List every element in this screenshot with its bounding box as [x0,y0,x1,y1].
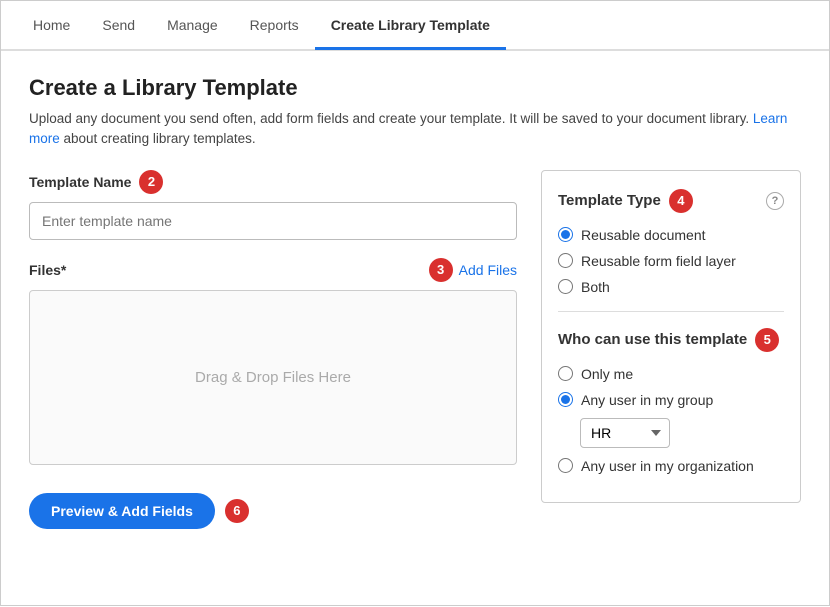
help-icon[interactable]: ? [766,192,784,210]
template-type-header: Template Type 4 ? [558,189,784,213]
top-navigation: Home Send Manage Reports Create Library … [1,1,829,51]
who-only-me[interactable]: Only me [558,366,784,382]
nav-manage[interactable]: Manage [151,3,234,50]
main-content: Create a Library Template Upload any doc… [1,51,829,607]
page-title: Create a Library Template [29,75,801,101]
nav-home[interactable]: Home [17,3,86,50]
group-select-wrapper: HR Finance Legal IT [580,418,784,448]
right-column: Template Type 4 ? Reusable document Reus… [541,170,801,503]
left-column: Template Name 2 Files* 3 Add Files Drag … [29,170,517,529]
step-badge-4: 4 [669,189,693,213]
learn-more-link[interactable]: Learn more [29,111,787,146]
two-column-layout: Template Name 2 Files* 3 Add Files Drag … [29,170,801,529]
nav-send[interactable]: Send [86,3,151,50]
drop-zone-text: Drag & Drop Files Here [195,369,351,386]
type-reusable-form-field[interactable]: Reusable form field layer [558,253,784,269]
who-any-user-org[interactable]: Any user in my organization [558,458,784,474]
group-select[interactable]: HR Finance Legal IT [580,418,670,448]
type-both[interactable]: Both [558,279,784,295]
preview-btn-container: Preview & Add Fields 6 [29,493,517,529]
nav-create-library-template[interactable]: Create Library Template [315,3,506,50]
who-any-user-group[interactable]: Any user in my group [558,392,784,408]
step-badge-5: 5 [755,328,779,352]
template-name-label: Template Name 2 [29,170,517,194]
step-badge-6: 6 [225,499,249,523]
drop-zone[interactable]: Drag & Drop Files Here [29,290,517,465]
nav-reports[interactable]: Reports [234,3,315,50]
section-divider [558,311,784,312]
who-can-use-header: Who can use this template 5 [558,328,784,352]
template-name-input[interactable] [29,202,517,240]
step-badge-3: 3 [429,258,453,282]
type-reusable-document[interactable]: Reusable document [558,227,784,243]
step-badge-2: 2 [139,170,163,194]
files-label: Files* [29,262,66,278]
add-files-link[interactable]: 3 Add Files [429,258,517,282]
page-description: Upload any document you send often, add … [29,109,801,150]
files-header: Files* 3 Add Files [29,258,517,282]
preview-add-fields-button[interactable]: Preview & Add Fields [29,493,215,529]
